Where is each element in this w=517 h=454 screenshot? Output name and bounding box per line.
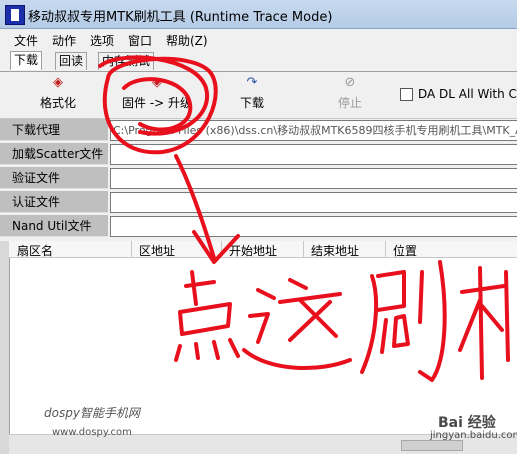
left-gutter	[0, 241, 9, 454]
download-button[interactable]: ↷ 下载	[240, 76, 264, 111]
field-label: 认证文件	[0, 191, 108, 213]
stop-button[interactable]: ⊘ 停止	[338, 76, 362, 111]
column-header[interactable]: 位置	[393, 242, 417, 259]
nand-util-file-path[interactable]	[110, 216, 517, 237]
format-icon: ◈	[53, 75, 63, 90]
firmware-upgrade-button[interactable]: ◈ 固件 -> 升级	[122, 76, 192, 111]
stop-label: 停止	[338, 96, 363, 110]
menu-bar: 文件 动作 选项 窗口 帮助(Z)	[0, 29, 517, 49]
auth-file-path[interactable]	[110, 192, 517, 213]
upgrade-label: 固件 -> 升级	[122, 96, 193, 110]
menu-options[interactable]: 选项	[90, 32, 114, 49]
file-fields: 下载代理 C:\Program Files (x86)\dss.cn\移动叔叔M…	[0, 119, 517, 239]
column-header[interactable]: 开始地址	[229, 242, 277, 259]
download-label: 下载	[240, 96, 265, 110]
field-row-nand: Nand Util文件	[0, 215, 517, 237]
column-divider[interactable]	[303, 241, 304, 257]
tab-readback[interactable]: 回读	[55, 52, 88, 70]
column-divider[interactable]	[385, 241, 386, 257]
tab-memory-test[interactable]: 内存测试	[98, 52, 155, 70]
field-label: 加载Scatter文件	[0, 143, 108, 165]
verify-file-path[interactable]	[110, 168, 517, 189]
menu-action[interactable]: 动作	[52, 32, 76, 49]
column-header[interactable]: 扇区名	[17, 242, 53, 259]
app-icon	[5, 5, 25, 25]
field-row-scatter: 加载Scatter文件	[0, 143, 517, 165]
partition-table-header: 扇区名 区地址 开始地址 结束地址 位置	[9, 241, 517, 258]
field-label: 下载代理	[0, 119, 108, 141]
dospy-watermark: dospy智能手机网	[44, 406, 140, 420]
da-dl-checksum-label: DA DL All With Checksum	[418, 87, 517, 101]
upgrade-icon: ◈	[152, 75, 162, 90]
dospy-url-watermark: www.dospy.com	[52, 427, 132, 438]
field-label: 验证文件	[0, 167, 108, 189]
tab-download[interactable]: 下载	[10, 51, 43, 70]
field-row-auth: 认证文件	[0, 191, 517, 213]
field-row-da: 下载代理 C:\Program Files (x86)\dss.cn\移动叔叔M…	[0, 119, 517, 141]
column-header[interactable]: 结束地址	[311, 242, 359, 259]
stop-icon: ⊘	[344, 75, 356, 90]
field-row-verify: 验证文件	[0, 167, 517, 189]
download-agent-path[interactable]: C:\Program Files (x86)\dss.cn\移动叔叔MTK658…	[110, 120, 517, 141]
mtk-flash-tool-window: 移动叔叔专用MTK刷机工具 (Runtime Trace Mode) 文件 动作…	[0, 0, 517, 454]
menu-window[interactable]: 窗口	[128, 32, 152, 49]
column-header[interactable]: 区地址	[139, 242, 175, 259]
title-bar[interactable]: 移动叔叔专用MTK刷机工具 (Runtime Trace Mode)	[0, 0, 517, 29]
column-divider[interactable]	[131, 241, 132, 257]
baidu-url-watermark: jingyan.baidu.com	[430, 430, 517, 441]
menu-help[interactable]: 帮助(Z)	[166, 32, 208, 49]
format-button[interactable]: ◈ 格式化	[40, 76, 76, 111]
format-label: 格式化	[40, 96, 77, 110]
menu-file[interactable]: 文件	[14, 32, 38, 49]
da-dl-checksum-checkbox[interactable]	[400, 88, 413, 101]
baidu-watermark: Bai 经验	[438, 415, 496, 431]
column-divider[interactable]	[221, 241, 222, 257]
field-label: Nand Util文件	[0, 215, 108, 237]
download-icon: ↷	[246, 75, 258, 90]
tab-strip: 下载 回读 内存测试	[0, 50, 517, 72]
scatter-file-path[interactable]	[110, 144, 517, 165]
scrollbar-thumb[interactable]	[401, 440, 463, 451]
window-title: 移动叔叔专用MTK刷机工具 (Runtime Trace Mode)	[28, 10, 333, 25]
